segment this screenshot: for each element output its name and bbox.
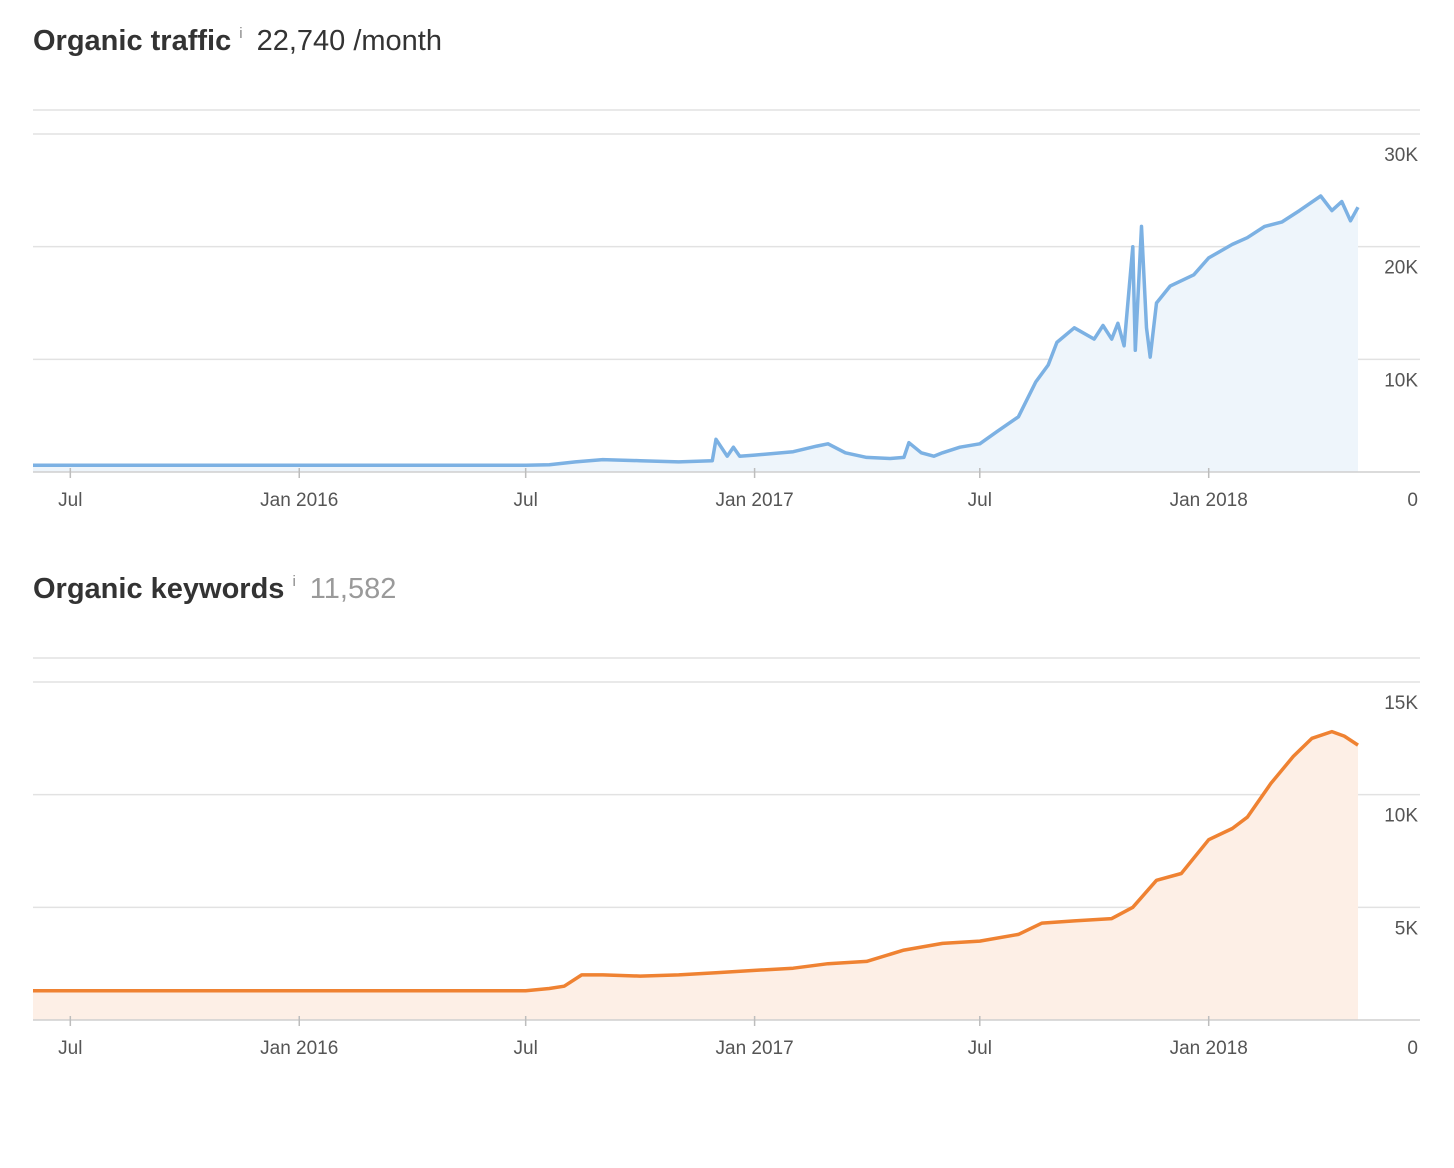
x-tick-label: Jan 2016 [260,1038,338,1059]
x-tick-label: Jan 2016 [260,490,338,511]
x-tick-label: Jul [514,1038,538,1059]
y-tick-label: 10K [1384,806,1418,827]
y-tick-label: 20K [1384,258,1418,279]
x-tick-label: Jan 2017 [716,1038,794,1059]
info-icon[interactable]: i [239,25,242,42]
x-tick-label: Jan 2017 [716,490,794,511]
series-area [33,731,1358,1020]
organic-keywords-value: 11,582 [309,573,397,605]
x-tick-label: Jul [58,1038,82,1059]
organic-keywords-header: Organic keywords i 11,582 [33,573,396,606]
info-icon[interactable]: i [292,573,295,590]
y-tick-label: 15K [1384,693,1418,714]
organic-traffic-value: 22,740 /month [256,25,442,57]
x-tick-label: Jul [968,1038,992,1059]
organic-traffic-chart: 30K 20K 10K 0 Jul Jan 2016 Jul Jan 2017 Jul Jan 2… [33,109,1420,511]
x-tick-label: Jan 2018 [1170,1038,1248,1059]
organic-keywords-chart: 15K 10K 5K 0 Jul Jan 2016 Jul Jan 2017 Jul Jan 20… [33,657,1420,1059]
y-tick-label: 10K [1384,370,1418,391]
organic-keywords-title: Organic keywords [33,573,285,605]
organic-traffic-header: Organic traffic i 22,740 /month [33,25,442,58]
x-tick-label: Jul [58,490,82,511]
x-tick-label: Jan 2018 [1170,490,1248,511]
y-tick-label: 0 [1407,1038,1418,1059]
y-tick-label: 0 [1407,490,1418,511]
organic-traffic-title: Organic traffic [33,25,232,57]
series-area [33,196,1358,472]
y-tick-label: 5K [1395,918,1419,939]
x-tick-label: Jul [968,490,992,511]
x-tick-label: Jul [514,490,538,511]
y-tick-label: 30K [1384,145,1418,166]
